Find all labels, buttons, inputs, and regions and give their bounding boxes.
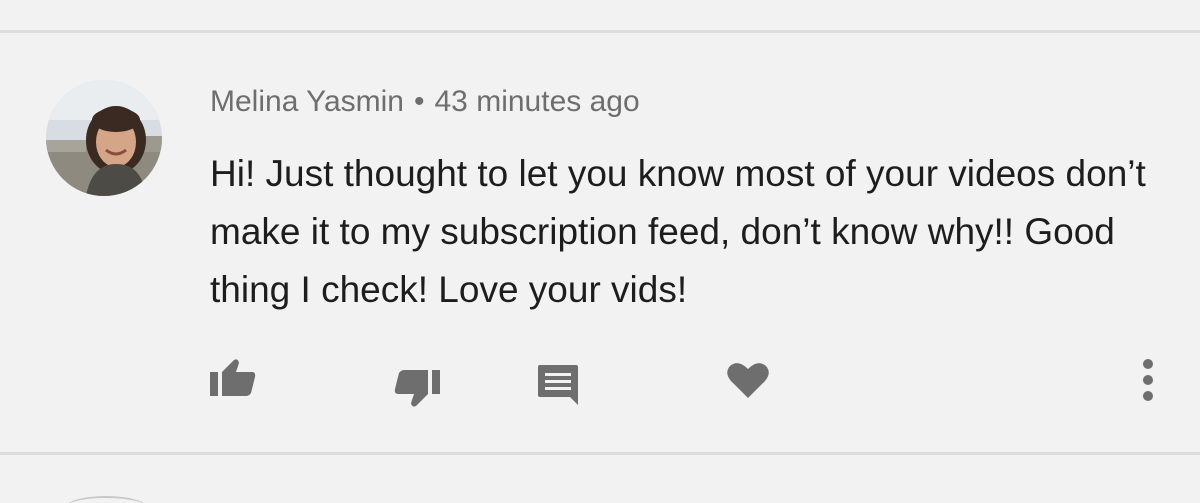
more-options-button[interactable] [1120,352,1176,408]
heart-button[interactable] [720,352,776,408]
author-name[interactable]: Melina Yasmin [210,85,404,118]
comment-screen: Melina Yasmin • 43 minutes ago Hi! Just th… [0,0,1200,503]
thumbs-up-icon [210,359,256,396]
bottom-divider [0,452,1200,455]
like-button[interactable] [204,350,260,406]
next-comment-avatar [66,496,146,503]
avatar[interactable] [46,80,162,196]
comment-text: Hi! Just thought to let you know most of… [210,153,1146,310]
comment-icon [538,365,578,405]
thumbs-down-icon [394,370,440,407]
timestamp[interactable]: 43 minutes ago [435,85,640,118]
comment-header: Melina Yasmin • 43 minutes ago [210,84,640,120]
separator-dot: • [413,85,425,118]
more-vert-icon [1143,359,1153,401]
top-divider [0,30,1200,33]
heart-icon [727,363,769,398]
avatar-image [46,80,162,196]
dislike-button[interactable] [390,360,446,416]
reply-button[interactable] [530,357,586,413]
